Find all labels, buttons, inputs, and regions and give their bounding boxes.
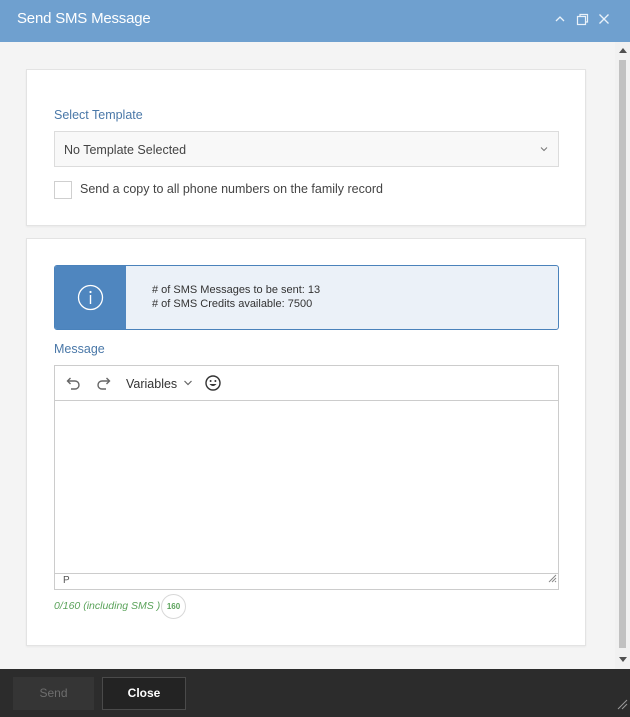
copy-all-phones-label[interactable]: Send a copy to all phone numbers on the …: [80, 182, 383, 196]
close-button[interactable]: Close: [102, 677, 186, 710]
maximize-icon[interactable]: [574, 11, 590, 29]
emoji-icon[interactable]: [204, 374, 222, 397]
info-icon: [77, 284, 104, 311]
send-button[interactable]: Send: [13, 677, 94, 710]
undo-icon[interactable]: [64, 374, 82, 397]
minimize-icon[interactable]: [552, 11, 568, 29]
message-label: Message: [54, 342, 105, 356]
redo-icon[interactable]: [95, 374, 113, 397]
window-title: Send SMS Message: [17, 10, 151, 27]
copy-all-phones-checkbox[interactable]: [54, 181, 72, 199]
info-icon-box: [55, 266, 126, 329]
template-select-value: No Template Selected: [64, 143, 187, 157]
editor-statusbar: P: [55, 573, 558, 589]
variables-dropdown[interactable]: Variables: [126, 377, 193, 391]
variables-label: Variables: [126, 377, 178, 391]
sms-credits-available: # of SMS Credits available: 7500: [152, 298, 313, 310]
message-card: # of SMS Messages to be sent: 13 # of SM…: [26, 238, 586, 646]
character-counter: 0/160 (including SMS ): [54, 600, 161, 612]
template-card: Select Template No Template Selected Sen…: [26, 69, 586, 226]
chevron-down-icon: [539, 141, 549, 159]
dialog-footer: Send Close: [0, 669, 630, 717]
close-icon[interactable]: [596, 11, 612, 29]
template-select[interactable]: No Template Selected: [54, 131, 559, 167]
content-scrollbar[interactable]: [615, 42, 630, 669]
scroll-up-arrow-icon[interactable]: [619, 48, 627, 53]
scroll-down-arrow-icon[interactable]: [619, 657, 627, 662]
window-resize-icon[interactable]: [616, 697, 628, 715]
sms-messages-count: # of SMS Messages to be sent: 13: [152, 284, 321, 296]
message-editor: Variables P: [54, 365, 559, 590]
window-titlebar: Send SMS Message: [0, 0, 630, 42]
select-template-label: Select Template: [54, 108, 143, 122]
editor-toolbar: Variables: [55, 366, 558, 401]
chevron-down-icon: [183, 380, 192, 386]
scrollbar-thumb[interactable]: [619, 60, 626, 648]
resize-handle-icon[interactable]: [547, 570, 557, 588]
sms-info-box: # of SMS Messages to be sent: 13 # of SM…: [54, 265, 559, 330]
message-textarea[interactable]: [55, 402, 558, 574]
remaining-characters-badge: 160: [161, 594, 186, 619]
dialog-content: Select Template No Template Selected Sen…: [0, 42, 615, 669]
element-path: P: [63, 575, 70, 586]
